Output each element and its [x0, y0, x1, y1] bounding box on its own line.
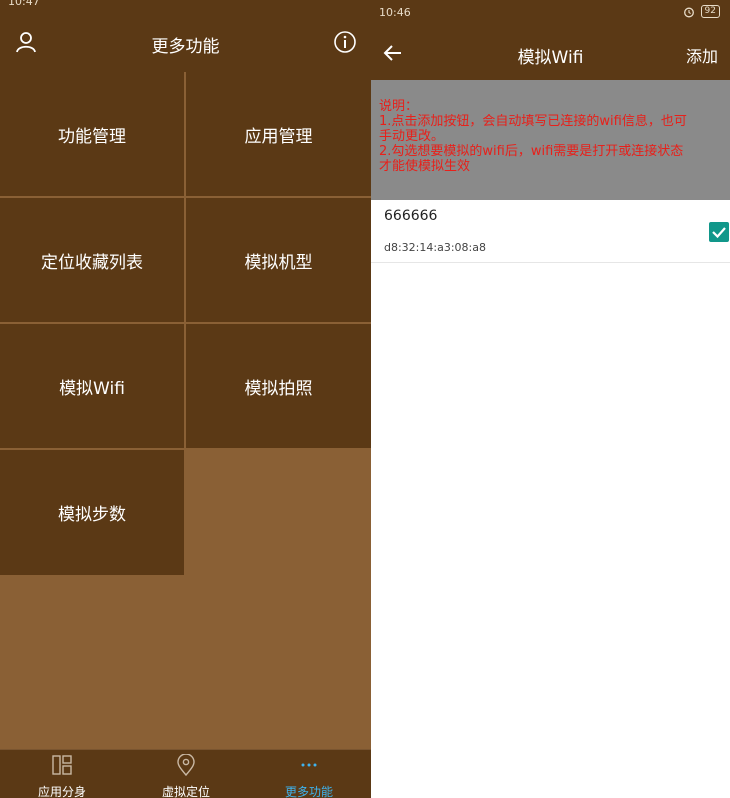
wifi-list-item[interactable]: 666666 d8:32:14:a3:08:a8 — [371, 200, 730, 263]
tile-feature-management[interactable]: 功能管理 — [0, 72, 184, 196]
tile-app-management[interactable]: 应用管理 — [186, 72, 371, 196]
status-icons: 92 — [683, 5, 720, 18]
status-time: 10:47 — [8, 0, 40, 8]
tab-label: 更多功能 — [284, 785, 333, 798]
status-bar: 10:47 91 — [0, 0, 371, 10]
tile-label: 模拟Wifi — [59, 378, 125, 399]
tile-label: 模拟拍照 — [244, 378, 313, 399]
tile-label: 功能管理 — [58, 126, 126, 147]
tile-label: 模拟步数 — [58, 505, 126, 525]
tile-label: 定位收藏列表 — [41, 252, 143, 273]
wifi-ssid: 666666 — [384, 208, 438, 224]
status-time: 10:46 — [379, 6, 411, 19]
info-icon[interactable] — [333, 30, 357, 54]
more-features-screen: 10:47 91 更多功能 功能管理 应用管理 定位收藏列表 模拟机型 模拟Wi… — [0, 0, 371, 798]
instructions-notice: 说明： 1.点击添加按钮，会自动填写已连接的wifi信息，也可 手动更改。 2.… — [371, 80, 730, 200]
notice-line: 1.点击添加按钮，会自动填写已连接的wifi信息，也可 — [379, 114, 687, 129]
wifi-mac: d8:32:14:a3:08:a8 — [384, 241, 486, 254]
tab-virtual-location[interactable]: 虚拟定位 — [124, 750, 248, 798]
tab-label: 虚拟定位 — [161, 785, 210, 798]
notice-line: 2.勾选想要模拟的wifi后，wifi需要是打开或连接状态 — [379, 144, 684, 159]
bottom-tab-bar: 应用分身 虚拟定位 更多功能 — [0, 749, 371, 798]
tile-mock-camera[interactable]: 模拟拍照 — [186, 324, 371, 448]
tile-label: 应用管理 — [244, 126, 313, 147]
tile-location-favorites[interactable]: 定位收藏列表 — [0, 198, 184, 322]
tile-label: 模拟机型 — [244, 252, 313, 273]
notice-line: 说明： — [379, 99, 419, 114]
more-dots-icon — [301, 763, 317, 767]
tab-app-clone[interactable]: 应用分身 — [0, 750, 124, 798]
status-battery: 92 — [700, 5, 720, 18]
app-header: 更多功能 — [0, 10, 371, 72]
mock-wifi-screen: 10:46 92 模拟Wifi 添加 说明： 1.点击添加按钮，会自动填写已连接… — [371, 0, 730, 798]
app-header: 模拟Wifi 添加 — [371, 26, 730, 80]
page-title: 更多功能 — [151, 37, 220, 57]
apps-grid-icon — [52, 755, 72, 775]
add-button[interactable]: 添加 — [686, 43, 718, 67]
location-pin-icon — [177, 754, 195, 776]
notice-line: 手动更改。 — [379, 129, 445, 144]
tab-label: 应用分身 — [37, 785, 86, 798]
alarm-icon — [683, 7, 694, 17]
notice-line: 才能使模拟生效 — [379, 159, 471, 174]
page-title: 模拟Wifi — [517, 48, 584, 68]
tab-more-features[interactable]: 更多功能 — [247, 750, 371, 798]
tile-mock-device-model[interactable]: 模拟机型 — [186, 198, 371, 322]
status-bar: 10:46 92 — [371, 0, 730, 26]
wifi-checkbox[interactable] — [709, 222, 729, 242]
tile-mock-steps[interactable]: 模拟步数 — [0, 450, 184, 575]
tile-mock-wifi[interactable]: 模拟Wifi — [0, 324, 184, 448]
